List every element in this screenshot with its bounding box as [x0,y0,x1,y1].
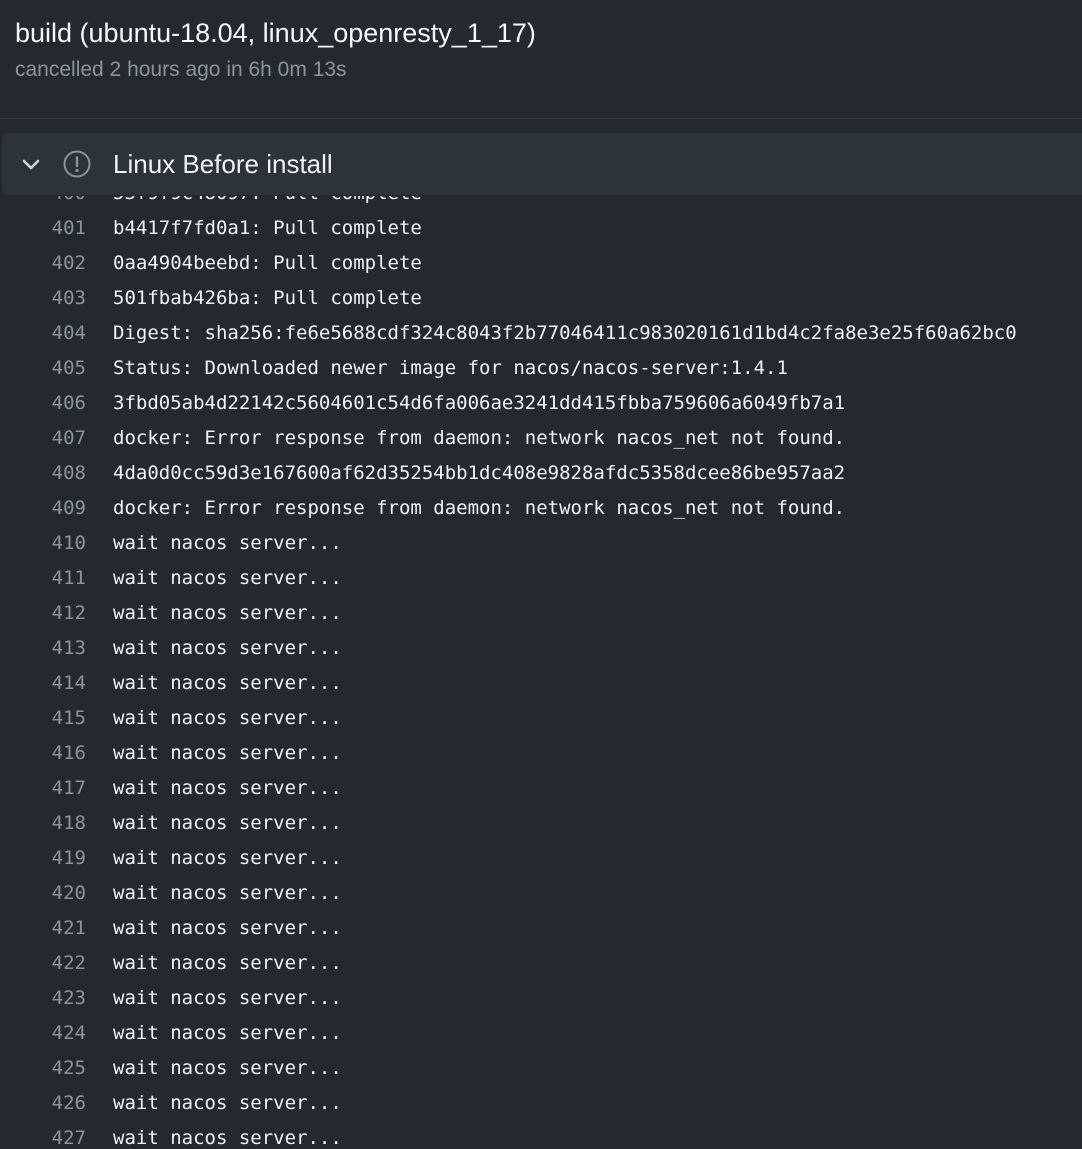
line-number[interactable]: 421 [30,911,86,946]
log-line[interactable]: 427 wait nacos server... [0,1121,1082,1149]
log-text: b4417f7fd0a1: Pull complete [113,217,422,239]
log-text: wait nacos server... [113,1092,342,1114]
line-number[interactable]: 419 [30,841,86,876]
log-text: 4da0d0cc59d3e167600af62d35254bb1dc408e98… [113,462,846,484]
log-line[interactable]: 416 wait nacos server... [0,736,1082,771]
job-status-meta: cancelled 2 hours ago in 6h 0m 13s [15,58,347,81]
log-line[interactable]: 407 docker: Error response from daemon: n… [0,421,1082,456]
log-line[interactable]: 402 0aa4904beebd: Pull complete [0,246,1082,281]
log-lines: 400 53f9f9c48097: Pull complete 401 b4417f7… [0,196,1082,1149]
log-line[interactable]: 408 4da0d0cc59d3e167600af62d35254bb1dc408… [0,456,1082,491]
line-number[interactable]: 414 [30,666,86,701]
log-text: wait nacos server... [113,952,342,974]
log-text: docker: Error response from daemon: netw… [113,427,846,449]
log-text: wait nacos server... [113,987,342,1009]
log-line[interactable]: 422 wait nacos server... [0,946,1082,981]
log-text: Digest: sha256:fe6e5688cdf324c8043f2b770… [113,322,1017,344]
line-number[interactable]: 411 [30,561,86,596]
line-number[interactable]: 417 [30,771,86,806]
log-line[interactable]: 424 wait nacos server... [0,1016,1082,1051]
log-line[interactable]: 425 wait nacos server... [0,1051,1082,1086]
log-line[interactable]: 404 Digest: sha256:fe6e5688cdf324c8043f2b… [0,316,1082,351]
log-text: 3fbd05ab4d22142c5604601c54d6fa006ae3241d… [113,392,846,414]
log-text: wait nacos server... [113,1022,342,1044]
line-number[interactable]: 401 [30,211,86,246]
log-line[interactable]: 406 3fbd05ab4d22142c5604601c54d6fa006ae32… [0,386,1082,421]
line-number[interactable]: 422 [30,946,86,981]
line-number[interactable]: 410 [30,526,86,561]
log-line[interactable]: 423 wait nacos server... [0,981,1082,1016]
log-text: wait nacos server... [113,707,342,729]
line-number[interactable]: 412 [30,596,86,631]
line-number[interactable]: 426 [30,1086,86,1121]
log-line[interactable]: 415 wait nacos server... [0,701,1082,736]
line-number[interactable]: 409 [30,491,86,526]
line-number[interactable]: 407 [30,421,86,456]
step-name: Linux Before install [113,149,333,179]
log-text: wait nacos server... [113,637,342,659]
line-number[interactable]: 405 [30,351,86,386]
log-text: wait nacos server... [113,882,342,904]
line-number[interactable]: 425 [30,1051,86,1086]
line-number[interactable]: 418 [30,806,86,841]
log-text: wait nacos server... [113,812,342,834]
line-number[interactable]: 400 [30,196,86,211]
line-number[interactable]: 403 [30,281,86,316]
log-text: 0aa4904beebd: Pull complete [113,252,422,274]
log-line[interactable]: 418 wait nacos server... [0,806,1082,841]
line-number[interactable]: 423 [30,981,86,1016]
log-text: wait nacos server... [113,777,342,799]
log-text: wait nacos server... [113,1057,342,1079]
log-line[interactable]: 401 b4417f7fd0a1: Pull complete [0,211,1082,246]
log-line[interactable]: 426 wait nacos server... [0,1086,1082,1121]
line-number[interactable]: 416 [30,736,86,771]
log-line[interactable]: 413 wait nacos server... [0,631,1082,666]
log-line[interactable]: 420 wait nacos server... [0,876,1082,911]
log-text: wait nacos server... [113,742,342,764]
log-text: wait nacos server... [113,672,342,694]
log-line[interactable]: 414 wait nacos server... [0,666,1082,701]
log-text: wait nacos server... [113,532,342,554]
log-text: Status: Downloaded newer image for nacos… [113,357,788,379]
log-text: 53f9f9c48097: Pull complete [113,196,422,211]
line-number[interactable]: 406 [30,386,86,421]
line-number[interactable]: 402 [30,246,86,281]
line-number[interactable]: 415 [30,701,86,736]
chevron-down-icon[interactable] [18,151,44,177]
log-line[interactable]: 421 wait nacos server... [0,911,1082,946]
step-header-linux-before-install[interactable]: Linux Before install [2,133,1082,195]
line-number[interactable]: 413 [30,631,86,666]
log-line[interactable]: 410 wait nacos server... [0,526,1082,561]
log-text: wait nacos server... [113,602,342,624]
log-text: wait nacos server... [113,847,342,869]
line-number[interactable]: 424 [30,1016,86,1051]
log-line[interactable]: 403 501fbab426ba: Pull complete [0,281,1082,316]
job-title: build (ubuntu-18.04, linux_openresty_1_1… [15,18,536,48]
log-text: docker: Error response from daemon: netw… [113,497,846,519]
log-viewer[interactable]: 400 53f9f9c48097: Pull complete 401 b4417f7… [0,196,1082,1149]
log-line[interactable]: 419 wait nacos server... [0,841,1082,876]
log-line[interactable]: 409 docker: Error response from daemon: n… [0,491,1082,526]
alert-circle-icon [63,150,91,178]
line-number[interactable]: 404 [30,316,86,351]
line-number[interactable]: 420 [30,876,86,911]
log-text: 501fbab426ba: Pull complete [113,287,422,309]
line-number[interactable]: 427 [30,1121,86,1149]
log-line[interactable]: 411 wait nacos server... [0,561,1082,596]
log-line[interactable]: 405 Status: Downloaded newer image for na… [0,351,1082,386]
log-text: wait nacos server... [113,1127,342,1149]
log-line[interactable]: 412 wait nacos server... [0,596,1082,631]
log-line[interactable]: 417 wait nacos server... [0,771,1082,806]
log-text: wait nacos server... [113,917,342,939]
job-header: build (ubuntu-18.04, linux_openresty_1_1… [0,0,1082,119]
line-number[interactable]: 408 [30,456,86,491]
log-line[interactable]: 400 53f9f9c48097: Pull complete [0,196,1082,211]
log-text: wait nacos server... [113,567,342,589]
